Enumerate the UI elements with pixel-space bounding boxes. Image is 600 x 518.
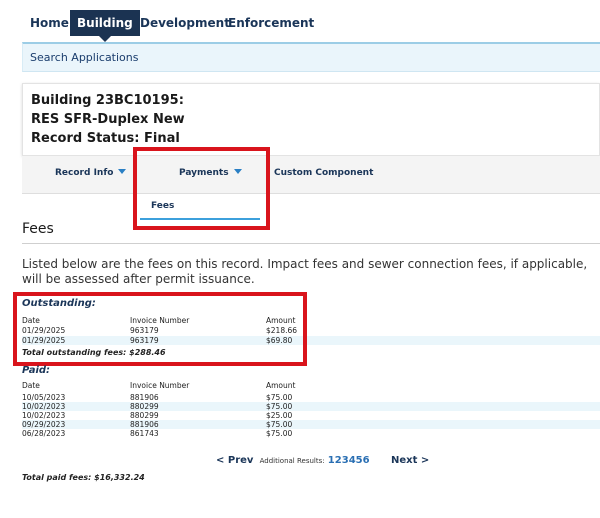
cell-invoice[interactable]: 880299 xyxy=(130,402,159,411)
tab-custom-component[interactable]: Custom Component xyxy=(274,168,373,178)
highlight-box-payments xyxy=(133,147,270,230)
nav-building[interactable]: Building xyxy=(70,10,140,42)
chevron-down-icon xyxy=(118,169,127,174)
tab-record-info[interactable]: Record Info xyxy=(55,168,127,178)
pagination: < Prev Additional Results: 123456 Next > xyxy=(216,455,429,466)
highlight-box-outstanding xyxy=(13,292,307,366)
table-row: 06/28/2023 861743 $75.00 xyxy=(22,429,600,438)
page-link-4[interactable]: 4 xyxy=(349,455,356,466)
nav-home[interactable]: Home xyxy=(23,10,76,36)
cell-invoice[interactable]: 861743 xyxy=(130,429,159,438)
table-row: 10/02/2023 880299 $25.00 xyxy=(22,411,600,420)
page-link-2[interactable]: 2 xyxy=(335,455,342,466)
table-row: 09/29/2023 881906 $75.00 xyxy=(22,420,600,429)
nav-enforcement[interactable]: Enforcement xyxy=(221,10,321,36)
search-applications-link[interactable]: Search Applications xyxy=(30,51,138,64)
page-link-6[interactable]: 6 xyxy=(363,455,370,466)
record-header: Building 23BC10195: RES SFR-Duplex New R… xyxy=(22,83,600,156)
cell-amount: $25.00 xyxy=(266,411,293,420)
cell-amount: $75.00 xyxy=(266,429,293,438)
next-page-link[interactable]: Next > xyxy=(391,455,429,466)
paid-total: Total paid fees: $16,332.24 xyxy=(22,473,145,482)
paid-header-date: Date xyxy=(22,381,40,390)
cell-amount: $75.00 xyxy=(266,402,293,411)
top-navigation: Home Building Development Enforcement xyxy=(0,0,600,42)
cell-amount: $75.00 xyxy=(266,393,293,402)
tab-record-info-label: Record Info xyxy=(55,168,114,178)
cell-date: 10/02/2023 xyxy=(22,402,66,411)
page-title: Fees xyxy=(22,221,54,237)
page-link-5[interactable]: 5 xyxy=(356,455,363,466)
record-id: Building 23BC10195: xyxy=(31,93,184,108)
cell-amount: $75.00 xyxy=(266,420,293,429)
cell-invoice[interactable]: 881906 xyxy=(130,420,159,429)
record-tabs: Record Info Payments Custom Component xyxy=(22,156,600,194)
cell-date: 10/02/2023 xyxy=(22,411,66,420)
cell-invoice[interactable]: 880299 xyxy=(130,411,159,420)
prev-page-link[interactable]: < Prev xyxy=(216,455,253,466)
fees-description: Listed below are the fees on this record… xyxy=(22,257,588,286)
additional-results-label: Additional Results: xyxy=(259,457,325,465)
paid-header-invoice: Invoice Number xyxy=(130,381,190,390)
cell-date: 10/05/2023 xyxy=(22,393,66,402)
page-link-1[interactable]: 1 xyxy=(328,455,335,466)
paid-header-amount: Amount xyxy=(266,381,296,390)
record-type: RES SFR-Duplex New xyxy=(31,112,185,127)
table-row: 10/02/2023 880299 $75.00 xyxy=(22,402,600,411)
cell-invoice[interactable]: 881906 xyxy=(130,393,159,402)
cell-date: 06/28/2023 xyxy=(22,429,66,438)
paid-title: Paid: xyxy=(22,365,51,376)
record-status: Record Status: Final xyxy=(31,131,180,146)
page-link-3[interactable]: 3 xyxy=(342,455,349,466)
divider xyxy=(22,243,600,244)
search-applications-bar: Search Applications xyxy=(22,42,600,72)
table-row: 10/05/2023 881906 $75.00 xyxy=(22,393,600,402)
cell-date: 09/29/2023 xyxy=(22,420,66,429)
